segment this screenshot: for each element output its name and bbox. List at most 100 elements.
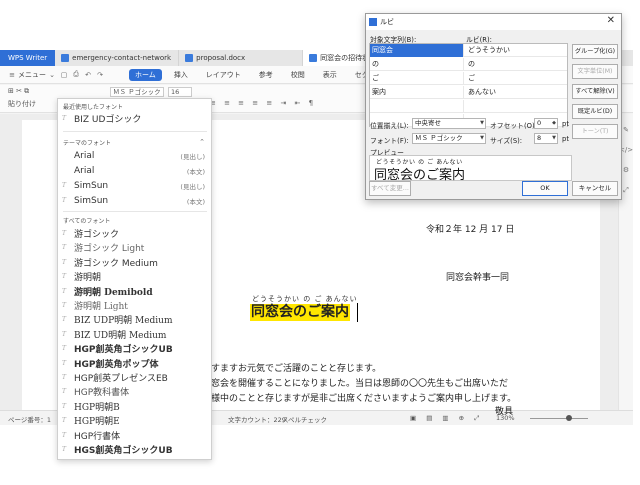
close-icon[interactable]: ✕ (607, 15, 615, 26)
font-option[interactable]: T 游明朝 Light (58, 298, 211, 313)
truetype-icon: T (62, 374, 67, 381)
font-option[interactable]: T HGP行書体 (58, 428, 211, 443)
font-option[interactable]: T BIZ UDP明朝 Medium (58, 312, 211, 327)
ok-button[interactable]: OK (522, 181, 568, 196)
clipboard-icons[interactable]: ⊞ ✂ ⧉ (8, 87, 29, 96)
paragraph-tools[interactable]: ≡ ≡ ≡ ≡ ≡ ⇥ ⇤ ¶ (210, 99, 316, 107)
ruby-text-cell[interactable] (466, 100, 566, 113)
align-select[interactable]: 中央寄せ ▼ (412, 118, 486, 129)
spellcheck-toggle[interactable]: スペルチェック (282, 414, 327, 424)
font-option[interactable]: T 游ゴシック Light (58, 240, 211, 255)
tab-review[interactable]: 校閲 (282, 66, 314, 84)
font-option[interactable]: T SimSun (見出し) (58, 178, 211, 193)
document-sender: 同窓会幹事一同 (446, 273, 510, 283)
group-button[interactable]: グループ化(G) (572, 44, 618, 59)
font-option[interactable]: T HGP創英角ゴシックUB (58, 341, 211, 356)
base-text-cell[interactable]: ご (370, 72, 464, 85)
font-option[interactable]: Arial (本文) (58, 163, 211, 178)
truetype-icon: T (62, 287, 67, 295)
menu-button[interactable]: メニュー (18, 70, 46, 80)
ruby-text-cell[interactable]: どうそうかい (466, 44, 566, 57)
spinner-icon: ◆ (552, 120, 556, 126)
print-icon[interactable]: ⎙ (70, 70, 82, 79)
font-option[interactable]: T HGP教科書体 (58, 384, 211, 399)
tab-references[interactable]: 参考 (250, 66, 282, 84)
table-row[interactable]: のの (370, 58, 567, 71)
base-text-cell[interactable]: 同窓会 (370, 44, 464, 57)
body-line: 窓会を開催することになりました。当日は恩師の〇〇先生もご出席いただ (211, 379, 509, 389)
save-icon[interactable]: ▢ (58, 71, 70, 79)
truetype-icon: T (62, 316, 67, 324)
default-ruby-button[interactable]: 既定ルビ(D) (572, 104, 618, 119)
truetype-icon: T (62, 431, 67, 439)
chevron-up-icon[interactable]: ⌃ (199, 138, 205, 146)
size-unit: pt (562, 135, 569, 143)
ruby-size-select[interactable]: 8 ▼ (534, 133, 558, 144)
hamburger-icon[interactable]: ≡ (6, 71, 18, 79)
font-option[interactable]: T SimSun (本文) (58, 193, 211, 208)
ruby-text-cell[interactable]: あんない (466, 86, 566, 99)
base-text-cell[interactable]: 案内 (370, 86, 464, 99)
font-option[interactable]: T BIZ UD明朝 Medium (58, 327, 211, 342)
base-text-cell[interactable] (370, 100, 464, 113)
ruby-text-cell[interactable]: の (466, 58, 566, 71)
font-label: フォント(F): (370, 137, 409, 145)
tab-layout[interactable]: レイアウト (197, 66, 250, 84)
char-unit-button[interactable]: 文字単位(M) (572, 64, 618, 79)
undo-icon[interactable]: ↶ (82, 71, 94, 79)
cancel-button[interactable]: キャンセル (572, 181, 618, 196)
ruby-font-select[interactable]: ＭＳ Ｐゴシック ▼ (412, 133, 486, 144)
font-name-box[interactable]: ＭＳ Ｐゴシック (110, 87, 164, 97)
tab-insert[interactable]: 挿入 (165, 66, 197, 84)
font-option[interactable]: T BIZ UDゴシック (58, 111, 211, 126)
document-icon (309, 54, 318, 62)
body-line: 様中のことと存じますが是非ご出席くださいますようご案内申し上げます。 (211, 394, 517, 404)
font-option[interactable]: Arial (見出し) (58, 148, 211, 163)
truetype-icon: T (62, 182, 67, 189)
zoom-slider-handle[interactable] (566, 415, 572, 421)
app-tab[interactable]: WPS Writer (0, 50, 56, 66)
chevron-down-icon: ▼ (552, 135, 556, 141)
font-option[interactable]: T 游ゴシック (58, 226, 211, 241)
tab-view[interactable]: 表示 (314, 66, 346, 84)
font-option[interactable]: T HGP明朝B (58, 399, 211, 414)
font-option[interactable]: T HGP明朝E (58, 413, 211, 428)
font-option[interactable]: T HGP創英プレゼンスEB (58, 370, 211, 385)
divider (63, 211, 207, 212)
table-row[interactable]: 案内 あんない (370, 86, 567, 99)
word-count[interactable]: 文字カウント：229 (228, 414, 286, 424)
font-option[interactable]: T HGS創英角ゴシックUB (58, 442, 211, 457)
title-ruby-text: どうそうかい の ご あんない (252, 295, 358, 303)
truetype-icon: T (62, 402, 67, 410)
tab-proposal[interactable]: proposal.docx (179, 50, 304, 66)
redo-icon[interactable]: ↷ (94, 71, 106, 79)
ruby-grid: 同窓会 どうそうかい のの ごご 案内 あんない (369, 43, 568, 127)
tone-button[interactable]: トーン(T) (572, 124, 618, 139)
truetype-icon: T (62, 273, 67, 281)
font-size-box[interactable]: 16 (168, 87, 192, 97)
tab-home[interactable]: ホーム (129, 68, 162, 81)
apply-all-button[interactable]: すべて変更... (369, 181, 411, 196)
font-option[interactable]: T 游明朝 (58, 269, 211, 284)
document-date: 令和２年 12 月 17 日 (426, 225, 515, 235)
size-label: サイズ(S): (490, 137, 523, 145)
truetype-icon: T (62, 417, 67, 425)
paste-button[interactable]: 貼り付け (8, 99, 36, 109)
zoom-slider[interactable] (530, 418, 588, 419)
base-text-cell[interactable]: の (370, 58, 464, 71)
font-option[interactable]: T 游ゴシック Medium (58, 255, 211, 270)
dialog-titlebar[interactable]: ルビ ✕ (366, 14, 621, 30)
chevron-down-icon[interactable]: ⌄ (46, 71, 58, 79)
offset-input[interactable]: 0 ◆ (534, 118, 558, 129)
view-mode-icons[interactable]: ▣ ▤ ▥ ⊕ ⤢ (410, 414, 483, 423)
clear-all-button[interactable]: すべて解除(V) (572, 84, 618, 99)
app-icon (369, 18, 377, 26)
font-option[interactable]: T HGP創英角ポップ体 (58, 356, 211, 371)
table-row[interactable]: ごご (370, 72, 567, 85)
font-option[interactable]: T 游明朝 Demibold (58, 284, 211, 299)
ruby-text-cell[interactable]: ご (466, 72, 566, 85)
document-title[interactable]: 同窓会のご案内 (250, 304, 350, 321)
tab-emergency-contact[interactable]: emergency-contact-network (55, 50, 180, 66)
table-row[interactable] (370, 100, 567, 113)
table-row[interactable]: 同窓会 どうそうかい (370, 44, 567, 57)
